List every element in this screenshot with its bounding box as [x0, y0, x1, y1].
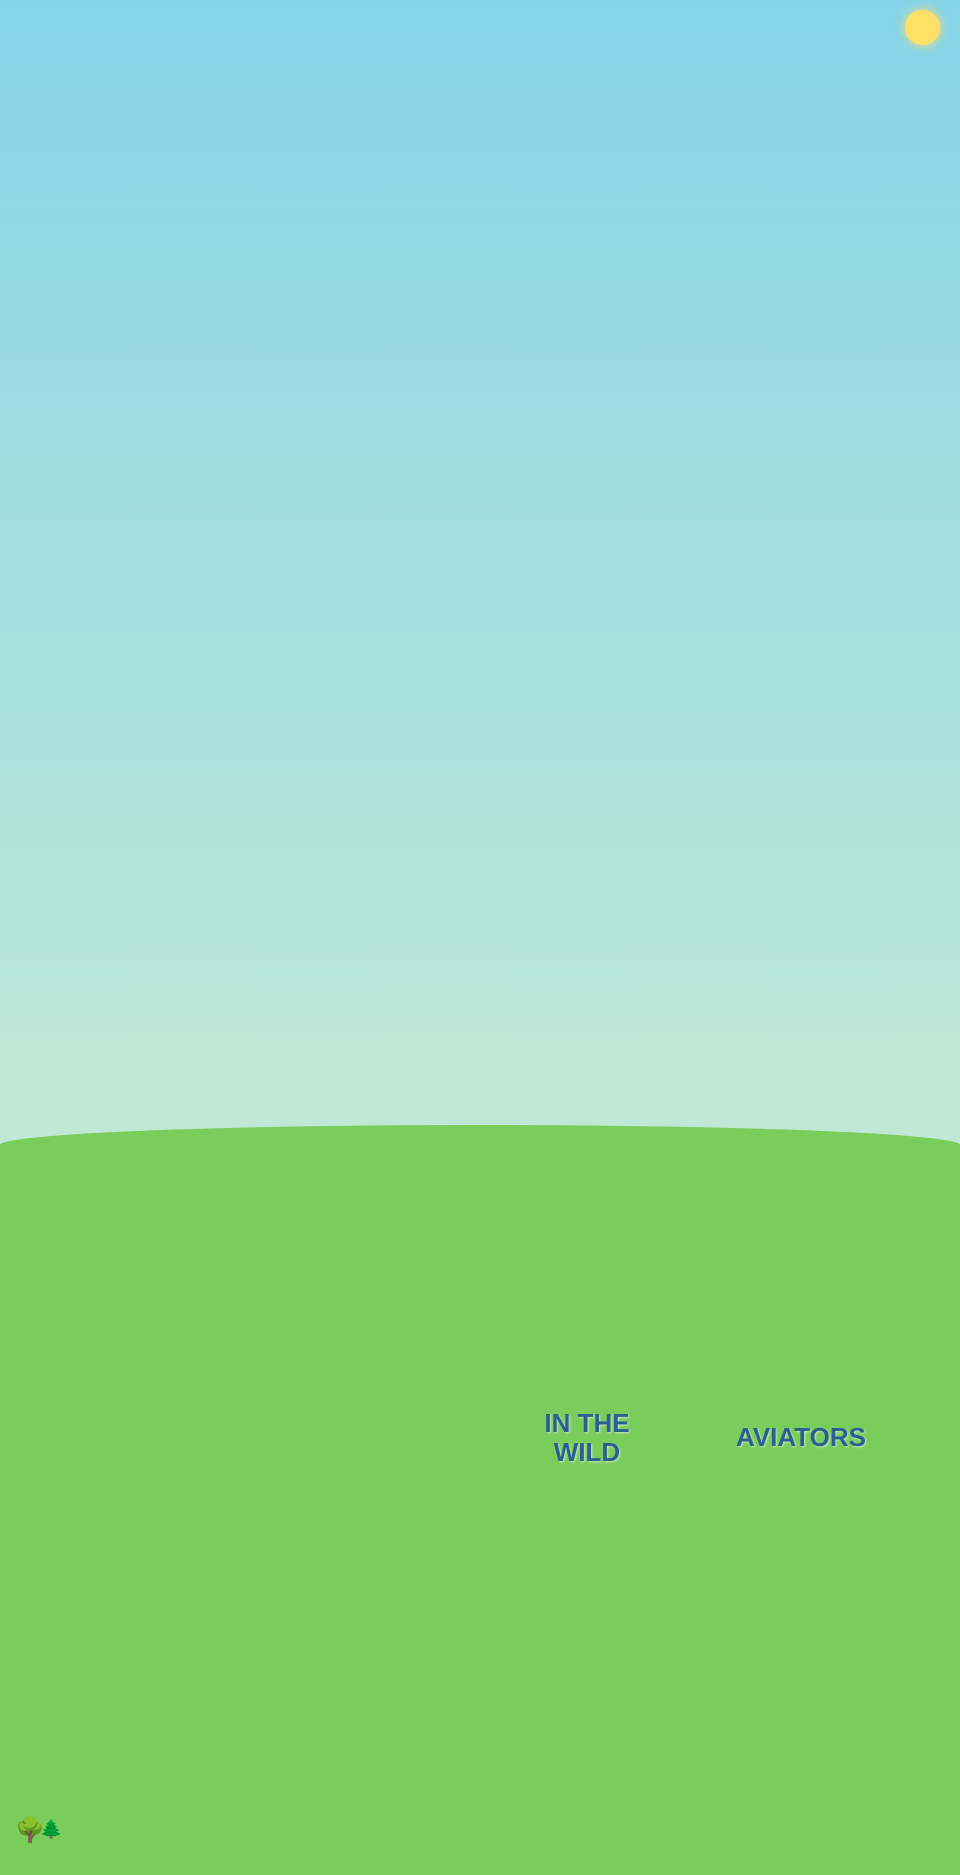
coll-aviators-bg: 🌳 🌲 AVIATORS [701, 1358, 901, 1518]
collection-card-3[interactable]: 🌳 🌲 AVIATORS AVIATORS [701, 1358, 901, 1537]
collection-image-3: 🌳 🌲 AVIATORS [701, 1358, 901, 1518]
collections-section: TYNIES COLLECTIONS 2017 NewCollection 20… [0, 1217, 960, 1566]
collections-grid: 2017 NewCollection 2017 NEW COLLECTION 🦓… [40, 1358, 920, 1537]
